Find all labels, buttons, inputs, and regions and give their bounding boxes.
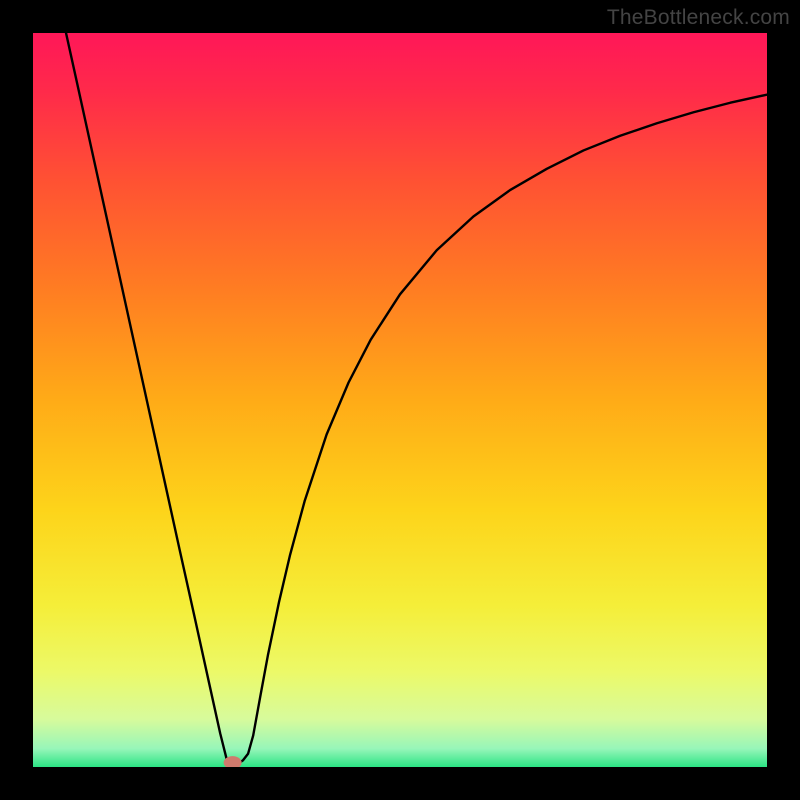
- plot-area: [33, 33, 767, 767]
- chart-svg: [33, 33, 767, 767]
- gradient-background: [33, 33, 767, 767]
- watermark-text: TheBottleneck.com: [607, 6, 790, 30]
- chart-frame: TheBottleneck.com: [0, 0, 800, 800]
